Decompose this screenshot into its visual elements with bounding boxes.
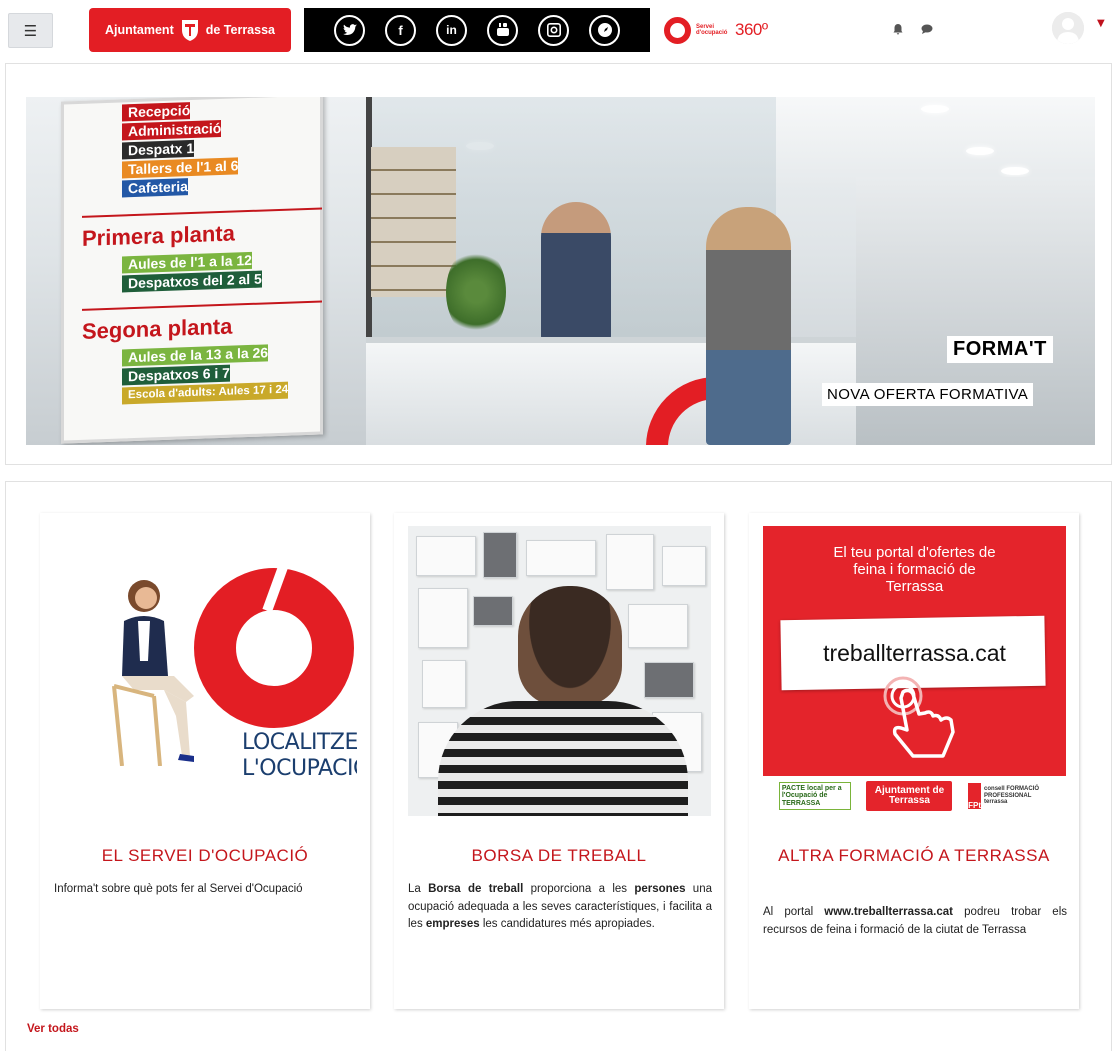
bookshelf [371,147,456,297]
card-title[interactable]: ALTRA FORMACIÓ A TERRASSA [757,844,1071,867]
sign-row: Tallers de l'1 al 6 [122,157,239,179]
text-part: proporciona a les [523,883,635,895]
text-emphasis: empreses [425,918,480,930]
card-servei-ocupacio: LOCALITZEM L'OCUPACIÓ EL SERVEI D'OCUPAC… [40,513,370,1009]
instagram-icon[interactable] [538,14,569,46]
sign-row: Escola d'adults: Aules 17 i 24 [122,381,289,405]
localitzem-line2: L'OCUPACIÓ [242,756,357,781]
pinned-sheet [416,536,476,576]
card-description: Al portal www.treballterrassa.cat podreu… [763,904,1067,939]
user-placeholder-icon [1052,12,1084,44]
sign-row: Despatx 1 [122,139,195,160]
floor-directory-sign: Recepció Administració Despatx 1 Tallers… [61,97,323,444]
card-title[interactable]: BORSA DE TREBALL [402,844,716,867]
card-borsa-treball: BORSA DE TREBALL La Borsa de treball pro… [394,513,724,1009]
card-description: Informa't sobre què pots fer al Servei d… [54,883,303,895]
sign-heading: Segona planta [82,313,233,344]
sign-row: Aules de l'1 a la 12 [122,251,252,274]
card-altra-formacio: El teu portal d'ofertes de feina i forma… [749,513,1079,1009]
top-navbar: ☰ Ajuntament de Terrassa f in Servei d'o… [0,0,1114,60]
pinned-sheet [418,588,468,648]
promo-url: treballterrassa.cat [823,640,1006,666]
sign-row: Aules de la 13 a la 26 [122,344,269,367]
caret-down-icon[interactable]: ▼ [1097,18,1105,29]
pinned-sheet [644,662,694,698]
user-avatar[interactable] [1052,12,1084,44]
text-emphasis: persones [634,883,686,895]
social-links-bar: f in [304,8,650,52]
twitter-icon[interactable] [334,14,365,46]
ajuntament-terrassa-logo-small: Ajuntament de Terrassa [866,781,953,811]
plant [446,247,506,337]
card-image-treballterrassa[interactable]: El teu portal d'ofertes de feina i forma… [763,526,1066,816]
ceiling-light [966,147,994,155]
pointing-hand-icon [883,676,955,758]
facebook-icon[interactable]: f [385,14,416,46]
visitor-figure [706,207,791,445]
brand-label-left: Ajuntament [104,23,174,37]
text-part: les candidatures més apropiades. [479,918,655,930]
card-title[interactable]: EL SERVEI D'OCUPACIÓ [48,844,362,867]
sign-row: Cafeteria [122,178,188,198]
localitzem-line1: LOCALITZEM [242,730,357,755]
sign-rule [82,300,322,311]
pinned-sheet [483,532,517,578]
hamburger-icon: ☰ [23,21,38,40]
fpt-text: consell FORMACIÓ PROFESSIONAL terrassa [984,786,1040,806]
text-part: La [408,883,429,895]
fpt-logo: FPt consell FORMACIÓ PROFESSIONAL terras… [968,781,1050,811]
sign-heading: Primera planta [82,220,235,251]
striped-sweater-figure [438,701,688,816]
see-all-link[interactable]: Ver todas [27,1023,79,1035]
service-logo-big-text: 360º [735,20,768,39]
banner-subheadline: NOVA OFERTA FORMATIVA [822,383,1034,406]
receptionist-figure [541,202,611,342]
terrassa-crest-icon [181,20,198,41]
card-image-borsa[interactable] [408,526,711,816]
pinned-sheet [662,546,706,586]
seated-woman-figure [112,580,194,766]
text-emphasis: Borsa de treball [428,883,524,895]
pacte-local-logo: PACTE local per a l'Ocupació de TERRASSA [778,782,851,810]
pinned-sheet [628,604,688,648]
fpt-mark: FPt [968,783,982,809]
servei-ocupacio-360-logo[interactable]: Servei d'ocupació 360º [664,15,768,45]
pinned-sheet [526,540,596,576]
brand-label-right: de Terrassa [205,23,275,37]
card-description: La Borsa de treball proporciona a les pe… [408,881,712,934]
service-logo-small-text: Servei d'ocupació [696,23,728,37]
linkedin-icon[interactable]: in [436,14,467,46]
card-image-localitzem[interactable]: LOCALITZEM L'OCUPACIÓ [54,526,357,816]
partner-logos: PACTE local per a l'Ocupació de TERRASSA… [763,776,1066,816]
ocupacio-ring-icon [664,16,691,44]
sign-row: Despatxos 6 i 7 [122,364,230,386]
youtube-icon[interactable] [487,14,518,46]
menu-toggle-button[interactable]: ☰ [8,13,53,48]
sign-row: Administració [122,119,222,141]
ceiling-light [921,105,949,113]
banner-headline: FORMA'T [947,336,1053,363]
localitzem-text: LOCALITZEM L'OCUPACIÓ [242,730,357,782]
text-emphasis: www.treballterrassa.cat [824,906,953,918]
pinned-sheet [606,534,654,590]
sign-row: Recepció [122,102,191,122]
bell-icon[interactable] [889,20,907,38]
chat-icon[interactable] [918,20,936,38]
promo-title: El teu portal d'ofertes de feina i forma… [833,544,996,595]
web-icon[interactable] [589,14,620,46]
pinned-sheet [422,660,466,708]
ajuntament-terrassa-logo[interactable]: Ajuntament de Terrassa [89,8,291,52]
pinned-sheet [473,596,513,626]
text-part: Al portal [763,906,825,918]
man-head-figure [518,586,622,706]
sign-rule [82,207,322,218]
sign-row: Despatxos del 2 al 5 [122,270,262,293]
ceiling-light [1001,167,1029,175]
